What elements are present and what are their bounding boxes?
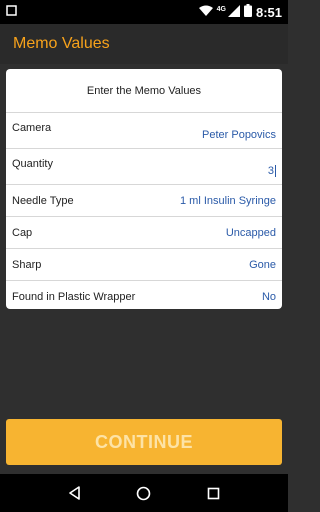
- camera-value[interactable]: Peter Popovics: [202, 129, 276, 141]
- memo-values-card: Enter the Memo Values Camera Peter Popov…: [6, 69, 282, 309]
- status-time: 8:51: [255, 4, 282, 20]
- recents-icon[interactable]: [198, 478, 228, 508]
- quantity-input[interactable]: [196, 165, 276, 177]
- network-type-label: 4G: [216, 6, 226, 13]
- cellular-signal-icon: [227, 4, 240, 20]
- cap-label: Cap: [12, 226, 33, 239]
- needle-type-label: Needle Type: [12, 194, 74, 207]
- status-bar: 4G 8:51: [0, 0, 288, 24]
- quantity-row[interactable]: Quantity: [6, 149, 282, 185]
- battery-icon: [243, 4, 252, 20]
- navigation-bar: [0, 474, 288, 512]
- form-header: Enter the Memo Values: [6, 69, 282, 113]
- needle-type-row[interactable]: Needle Type 1 ml Insulin Syringe: [6, 185, 282, 217]
- cap-row[interactable]: Cap Uncapped: [6, 217, 282, 249]
- plastic-wrapper-row[interactable]: Found in Plastic Wrapper No: [6, 281, 282, 309]
- wifi-icon: [198, 5, 213, 20]
- page-title: Memo Values: [13, 35, 110, 52]
- plastic-wrapper-label: Found in Plastic Wrapper: [12, 291, 136, 303]
- cap-value[interactable]: Uncapped: [226, 227, 276, 239]
- sharp-label: Sharp: [12, 258, 42, 271]
- app-bar: Memo Values: [0, 24, 288, 64]
- sharp-value[interactable]: Gone: [249, 259, 276, 271]
- camera-row[interactable]: Camera Peter Popovics: [6, 113, 282, 149]
- needle-type-value[interactable]: 1 ml Insulin Syringe: [180, 195, 276, 207]
- quantity-label: Quantity: [12, 158, 53, 170]
- back-icon[interactable]: [60, 478, 90, 508]
- home-icon[interactable]: [129, 478, 159, 508]
- notification-square-icon: [6, 3, 17, 21]
- sharp-row[interactable]: Sharp Gone: [6, 249, 282, 281]
- continue-button[interactable]: CONTINUE: [6, 419, 282, 465]
- plastic-wrapper-value[interactable]: No: [262, 291, 276, 303]
- camera-label: Camera: [12, 122, 52, 134]
